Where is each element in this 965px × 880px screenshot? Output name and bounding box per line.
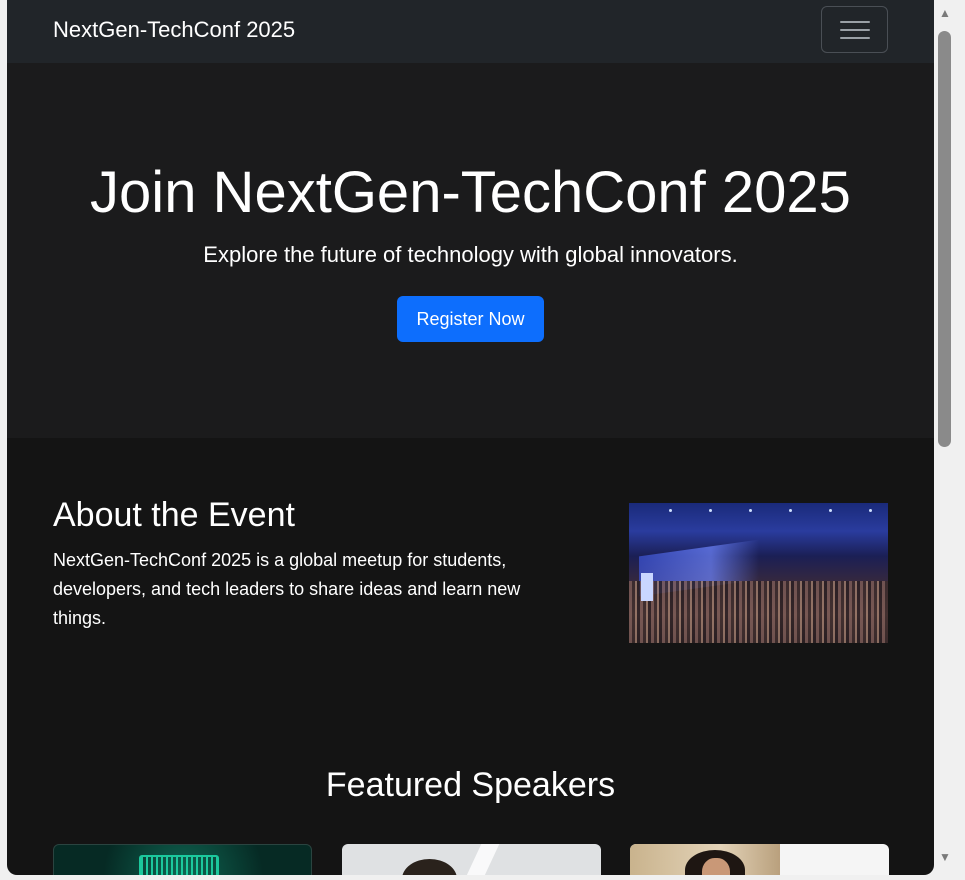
hero-subtitle: Explore the future of technology with gl… bbox=[203, 242, 738, 267]
speaker-card[interactable] bbox=[53, 844, 312, 875]
hamburger-menu-icon bbox=[840, 37, 870, 39]
speaker-card[interactable] bbox=[342, 844, 601, 875]
scroll-down-arrow-icon[interactable]: ▼ bbox=[938, 850, 952, 864]
hamburger-menu-icon bbox=[840, 21, 870, 23]
speaker-photo bbox=[139, 855, 219, 875]
vertical-scrollbar[interactable]: ▲ ▼ bbox=[934, 0, 956, 875]
speaker-card[interactable] bbox=[630, 844, 889, 875]
browser-viewport: NextGen-TechConf 2025 Join NextGen-TechC… bbox=[7, 0, 934, 875]
scroll-up-arrow-icon[interactable]: ▲ bbox=[938, 6, 952, 20]
navbar-toggler-button[interactable] bbox=[821, 6, 888, 53]
speakers-title: Featured Speakers bbox=[325, 766, 616, 804]
hero-section: Join NextGen-TechConf 2025 Explore the f… bbox=[7, 63, 934, 438]
hero-title: Join NextGen-TechConf 2025 bbox=[90, 160, 851, 225]
speaker-photo bbox=[402, 859, 457, 875]
conference-hall-image bbox=[629, 503, 888, 643]
about-text: NextGen-TechConf 2025 is a global meetup… bbox=[53, 550, 521, 628]
about-title: About the Event bbox=[53, 496, 295, 534]
navbar-brand[interactable]: NextGen-TechConf 2025 bbox=[53, 17, 295, 43]
register-now-button[interactable]: Register Now bbox=[397, 296, 544, 342]
navbar: NextGen-TechConf 2025 bbox=[7, 0, 934, 63]
scrollbar-thumb[interactable] bbox=[938, 31, 951, 447]
hamburger-menu-icon bbox=[840, 29, 870, 31]
